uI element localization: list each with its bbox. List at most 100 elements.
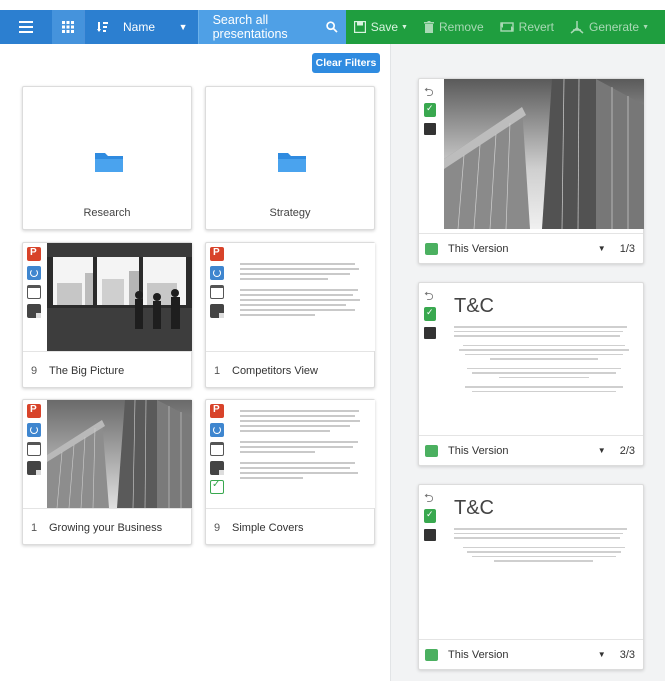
calendar-icon[interactable] bbox=[425, 242, 438, 255]
presentation-footer: 9 Simple Covers bbox=[206, 508, 374, 546]
slide-title: T&C bbox=[454, 497, 494, 519]
office-window-image bbox=[47, 243, 192, 351]
note-icon[interactable] bbox=[210, 304, 224, 318]
checked-icon[interactable] bbox=[424, 103, 436, 117]
presentation-card-big-picture[interactable]: 9 The Big Picture bbox=[22, 242, 192, 388]
presentation-title: Growing your Business bbox=[49, 521, 163, 534]
calendar-icon[interactable] bbox=[27, 285, 41, 299]
slide-footer: This Version ▼ 2/3 bbox=[419, 435, 643, 465]
slide-icons: ⮌ bbox=[424, 86, 438, 135]
note-icon[interactable] bbox=[424, 123, 436, 135]
generate-button[interactable]: Generate ▼ bbox=[570, 20, 649, 34]
chevron-down-icon[interactable]: ▼ bbox=[598, 446, 606, 455]
revert-label: Revert bbox=[518, 20, 555, 34]
slide-card-3[interactable]: ⮌ T&C This Version ▼ 3/3 bbox=[418, 484, 644, 670]
menu-button[interactable] bbox=[0, 10, 53, 44]
back-arrow-icon[interactable]: ⮌ bbox=[424, 290, 438, 302]
folder-card-strategy[interactable]: Strategy bbox=[205, 86, 375, 230]
sync-icon[interactable] bbox=[210, 266, 224, 280]
presentation-title: Competitors View bbox=[232, 364, 318, 377]
chevron-down-icon: ▼ bbox=[178, 22, 188, 32]
slide-thumbnail: T&C bbox=[444, 485, 644, 635]
sort-dropdown[interactable]: Name ▼ bbox=[83, 10, 198, 44]
search-icon[interactable] bbox=[326, 20, 338, 34]
grid-view-button[interactable] bbox=[52, 10, 84, 44]
checked-icon[interactable] bbox=[424, 307, 436, 321]
version-select[interactable]: This Version bbox=[448, 649, 509, 661]
powerpoint-icon bbox=[210, 247, 224, 261]
checkmark-icon[interactable] bbox=[210, 479, 224, 494]
note-icon[interactable] bbox=[210, 461, 224, 475]
generate-label: Generate bbox=[589, 20, 640, 34]
slide-thumbnail bbox=[444, 79, 644, 229]
chevron-down-icon: ▼ bbox=[401, 23, 408, 31]
sort-label: Name bbox=[122, 20, 155, 34]
note-icon[interactable] bbox=[27, 304, 41, 318]
trash-icon bbox=[423, 21, 434, 33]
search-bar[interactable]: Search all presentations bbox=[197, 10, 346, 44]
note-icon[interactable] bbox=[424, 327, 436, 339]
slide-footer: This Version ▼ 1/3 bbox=[419, 233, 643, 263]
pdf-icon bbox=[570, 20, 584, 34]
folder-label: Strategy bbox=[269, 207, 311, 219]
chevron-down-icon[interactable]: ▼ bbox=[598, 650, 606, 659]
note-icon[interactable] bbox=[424, 529, 436, 541]
skyscraper-image bbox=[444, 79, 644, 229]
presentation-card-competitors-view[interactable]: 1 Competitors View bbox=[205, 242, 375, 388]
calendar-icon[interactable] bbox=[210, 442, 224, 456]
slide-footer: This Version ▼ 3/3 bbox=[419, 639, 643, 669]
presentation-card-simple-covers[interactable]: 9 Simple Covers bbox=[205, 399, 375, 545]
slide-card-2[interactable]: ⮌ T&C This Version ▼ 2/3 bbox=[418, 282, 644, 466]
presentation-footer: 1 Growing your Business bbox=[23, 508, 191, 546]
folder-label: Research bbox=[83, 207, 131, 219]
top-toolbar: Name ▼ Search all presentations Save ▼ R… bbox=[0, 10, 665, 44]
revert-icon bbox=[499, 22, 514, 32]
grid-icon bbox=[62, 21, 75, 33]
presentation-thumbnail bbox=[47, 243, 192, 351]
sync-icon[interactable] bbox=[27, 266, 41, 280]
slide-count: 9 bbox=[214, 521, 221, 534]
version-select[interactable]: This Version bbox=[448, 243, 509, 255]
presentation-thumbnail bbox=[47, 400, 192, 508]
calendar-icon[interactable] bbox=[210, 285, 224, 299]
version-select[interactable]: This Version bbox=[448, 445, 509, 457]
powerpoint-icon bbox=[27, 404, 41, 418]
slide-page: 1/3 bbox=[619, 242, 635, 255]
slide-page: 2/3 bbox=[619, 444, 635, 457]
folder-icon bbox=[95, 153, 123, 172]
calendar-icon[interactable] bbox=[425, 444, 438, 457]
chevron-down-icon[interactable]: ▼ bbox=[598, 244, 606, 253]
action-toolbar: Save ▼ Remove Revert Generate ▼ bbox=[345, 10, 665, 44]
back-arrow-icon[interactable]: ⮌ bbox=[424, 86, 438, 98]
revert-button[interactable]: Revert bbox=[499, 20, 555, 34]
folder-card-research[interactable]: Research bbox=[22, 86, 192, 230]
slide-thumbnail: T&C bbox=[444, 283, 644, 433]
note-icon[interactable] bbox=[27, 461, 41, 475]
remove-button[interactable]: Remove bbox=[423, 20, 484, 34]
folder-icon bbox=[278, 153, 306, 172]
slide-count: 1 bbox=[31, 521, 38, 534]
slide-title: T&C bbox=[454, 295, 494, 317]
skyscraper-image bbox=[47, 400, 192, 508]
calendar-icon[interactable] bbox=[27, 442, 41, 456]
sync-icon[interactable] bbox=[27, 423, 41, 437]
clear-filters-button[interactable]: Clear Filters bbox=[312, 53, 380, 73]
back-arrow-icon[interactable]: ⮌ bbox=[424, 492, 438, 504]
remove-label: Remove bbox=[438, 20, 484, 34]
slide-page: 3/3 bbox=[619, 648, 635, 661]
presentation-card-growing-your-business[interactable]: 1 Growing your Business bbox=[22, 399, 192, 545]
save-button[interactable]: Save ▼ bbox=[353, 20, 408, 34]
card-icons bbox=[210, 247, 224, 318]
presentation-thumbnail bbox=[230, 243, 375, 351]
card-icons bbox=[210, 404, 224, 494]
presentation-title: The Big Picture bbox=[49, 364, 125, 377]
calendar-icon[interactable] bbox=[425, 648, 438, 661]
search-input[interactable]: Search all presentations bbox=[213, 13, 326, 41]
presentation-title: Simple Covers bbox=[232, 521, 304, 534]
presentation-thumbnail bbox=[230, 400, 375, 508]
checked-icon[interactable] bbox=[424, 509, 436, 523]
presentation-footer: 9 The Big Picture bbox=[23, 351, 191, 389]
slide-count: 9 bbox=[31, 364, 38, 377]
sync-icon[interactable] bbox=[210, 423, 224, 437]
slide-card-1[interactable]: ⮌ This Version ▼ bbox=[418, 78, 644, 264]
